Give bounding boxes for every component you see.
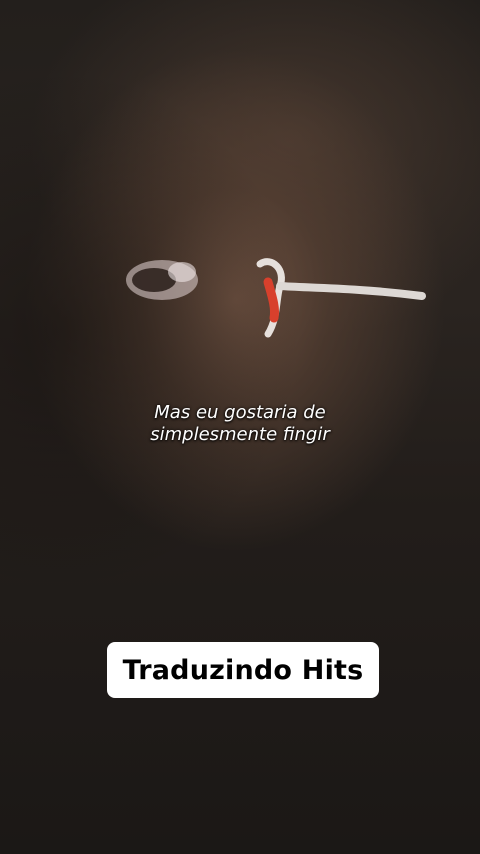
eye-makeup-graphic <box>126 260 198 300</box>
channel-badge: Traduzindo Hits <box>107 642 379 698</box>
video-frame[interactable]: Mas eu gostaria de simplesmente fingir T… <box>0 0 480 854</box>
channel-badge-label: Traduzindo Hits <box>122 654 364 686</box>
subtitle-line-2: simplesmente fingir <box>150 424 330 445</box>
subtitle-caption: Mas eu gostaria de simplesmente fingir <box>0 402 480 446</box>
subtitle-line-1: Mas eu gostaria de <box>154 402 326 423</box>
ear-accessory-graphic <box>256 258 426 338</box>
